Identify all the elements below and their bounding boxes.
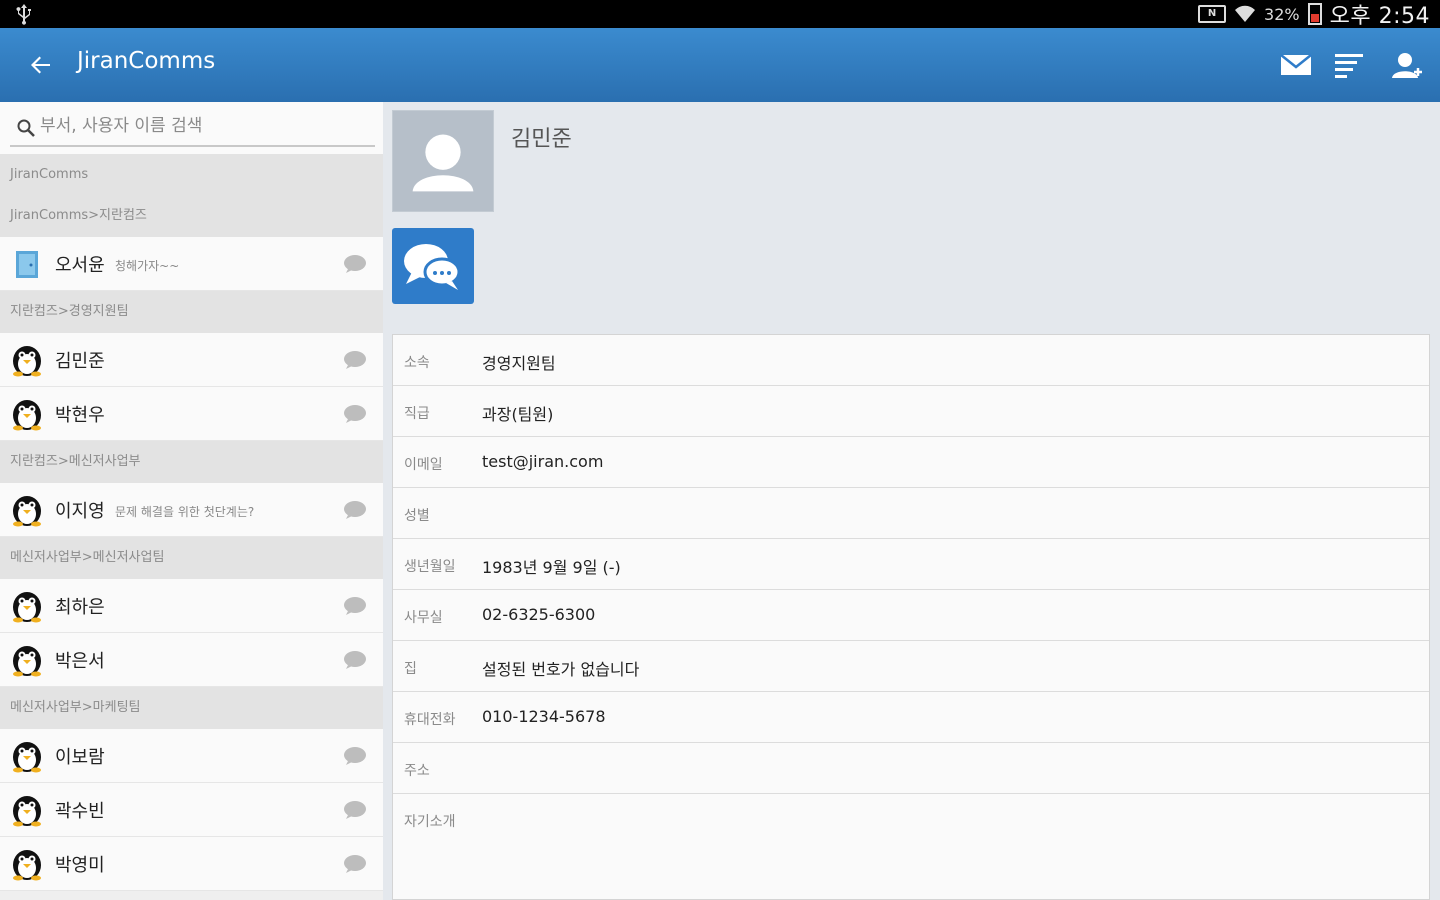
chat-bubble-icon[interactable] <box>342 650 368 670</box>
contact-name: 곽수빈 <box>55 801 105 822</box>
app-bar: JiranComms <box>0 28 1440 102</box>
info-row-position: 직급 과장(팀원) <box>393 386 1429 437</box>
info-label: 휴대전화 <box>404 712 456 728</box>
contact-sidebar: JiranComms JiranComms>지란컴즈 오서윤 청해가자~~ 지란… <box>0 102 383 900</box>
group-header[interactable]: JiranComms>지란컴즈 <box>0 195 383 237</box>
group-header[interactable]: 메신저사업부>마케팅팀 <box>0 687 383 729</box>
info-row-office-phone[interactable]: 사무실 02-6325-6300 <box>393 590 1429 641</box>
back-arrow-icon[interactable] <box>24 48 58 82</box>
chat-bubble-icon[interactable] <box>342 596 368 616</box>
info-value: 과장(팀원) <box>482 405 554 424</box>
info-label: 성별 <box>404 508 430 524</box>
info-row-birthday: 생년월일 1983년 9월 9일 (-) <box>393 539 1429 590</box>
battery-percent: 32% <box>1264 4 1300 24</box>
contact-list: 오서윤 청해가자~~ 지란컴즈>경영지원팀 김민준 박현우 지란컴즈>메신저사업… <box>0 237 383 891</box>
contact-name: 박영미 <box>55 855 105 876</box>
info-value[interactable]: 02-6325-6300 <box>482 605 595 624</box>
contact-name: 박현우 <box>55 405 105 426</box>
penguin-avatar-icon <box>13 400 41 431</box>
info-label: 자기소개 <box>404 814 456 830</box>
search-underline <box>10 145 375 147</box>
info-row-mobile[interactable]: 휴대전화 010-1234-5678 <box>393 692 1429 743</box>
group-header[interactable]: JiranComms <box>0 154 383 195</box>
chat-bubble-icon[interactable] <box>342 254 368 274</box>
penguin-avatar-icon <box>13 742 41 773</box>
chat-bubble-icon[interactable] <box>342 746 368 766</box>
info-table: 소속 경영지원팀 직급 과장(팀원) 이메일 test@jiran.com 성별… <box>392 334 1430 900</box>
info-value[interactable]: test@jiran.com <box>482 452 603 471</box>
info-value[interactable]: 010-1234-5678 <box>482 707 606 726</box>
contact-row[interactable]: 오서윤 청해가자~~ <box>0 237 383 291</box>
chat-bubble-icon[interactable] <box>342 800 368 820</box>
chat-bubble-icon[interactable] <box>342 500 368 520</box>
search-input[interactable] <box>40 112 370 140</box>
contact-name: 박은서 <box>55 651 105 672</box>
contact-name: 최하은 <box>55 597 105 618</box>
info-row-gender: 성별 <box>393 488 1429 539</box>
contact-name: 오서윤 <box>55 255 105 276</box>
contact-row[interactable]: 박영미 <box>0 837 383 891</box>
profile-photo <box>392 110 494 212</box>
default-person-icon <box>412 134 474 192</box>
group-header[interactable]: 지란컴즈>메신저사업부 <box>0 441 383 483</box>
contact-row[interactable]: 박은서 <box>0 633 383 687</box>
search-icon <box>17 119 35 137</box>
info-label: 주소 <box>404 763 430 779</box>
info-label: 사무실 <box>404 610 443 626</box>
clock: 오후 2:54 <box>1329 4 1430 29</box>
info-label: 이메일 <box>404 457 443 473</box>
user-icon[interactable] <box>1388 48 1424 82</box>
contact-name: 김민준 <box>55 351 105 372</box>
search-bar <box>0 102 383 154</box>
info-label: 집 <box>404 661 417 677</box>
contact-name: 이지영 <box>55 501 105 522</box>
group-header[interactable]: 메신저사업부>메신저사업팀 <box>0 537 383 579</box>
info-label: 소속 <box>404 355 430 371</box>
info-label: 생년월일 <box>404 559 456 575</box>
contact-status: 문제 해결을 위한 첫단계는? <box>115 505 255 519</box>
nfc-icon: N <box>1198 5 1227 23</box>
contact-row[interactable]: 이지영 문제 해결을 위한 첫단계는? <box>0 483 383 537</box>
messenger-icon <box>404 244 461 290</box>
info-label: 직급 <box>404 406 430 422</box>
chat-bubble-icon[interactable] <box>342 854 368 874</box>
info-value: 경영지원팀 <box>482 354 556 373</box>
wifi-icon <box>1235 5 1256 22</box>
chat-bubble-icon[interactable] <box>342 350 368 370</box>
info-row-department: 소속 경영지원팀 <box>393 335 1429 386</box>
contact-row[interactable]: 최하은 <box>0 579 383 633</box>
messenger-button[interactable] <box>392 228 474 304</box>
info-row-bio: 자기소개 <box>393 794 1429 845</box>
penguin-avatar-icon <box>13 796 41 827</box>
contact-detail: 김민준 소속 경영지원팀 직급 과장(팀원) 이메일 test@jiran.co… <box>383 102 1440 900</box>
group-header[interactable]: 지란컴즈>경영지원팀 <box>0 291 383 333</box>
info-value: 1983년 9월 9일 (-) <box>482 558 621 577</box>
mail-icon[interactable] <box>1278 48 1314 82</box>
info-row-email[interactable]: 이메일 test@jiran.com <box>393 437 1429 488</box>
usb-icon <box>16 4 31 25</box>
info-row-home-phone: 집 설정된 번호가 없습니다 <box>393 641 1429 692</box>
status-bar: N 32% 오후 2:54 <box>0 0 1440 29</box>
contact-status: 청해가자~~ <box>115 259 180 273</box>
contact-row[interactable]: 김민준 <box>0 333 383 387</box>
penguin-avatar-icon <box>13 850 41 881</box>
penguin-avatar-icon <box>13 592 41 623</box>
contact-row[interactable]: 박현우 <box>0 387 383 441</box>
contact-row[interactable]: 곽수빈 <box>0 783 383 837</box>
app-title: JiranComms <box>77 48 216 74</box>
detail-name: 김민준 <box>511 127 572 152</box>
chat-bubble-icon[interactable] <box>342 404 368 424</box>
penguin-avatar-icon <box>13 496 41 527</box>
door-icon <box>16 251 38 278</box>
info-value: 설정된 번호가 없습니다 <box>482 660 640 679</box>
penguin-avatar-icon <box>13 646 41 677</box>
penguin-avatar-icon <box>13 346 41 377</box>
contact-name: 이보람 <box>55 747 105 768</box>
list-icon[interactable] <box>1331 48 1367 82</box>
contact-row[interactable]: 이보람 <box>0 729 383 783</box>
battery-icon <box>1307 3 1322 25</box>
info-row-address: 주소 <box>393 743 1429 794</box>
